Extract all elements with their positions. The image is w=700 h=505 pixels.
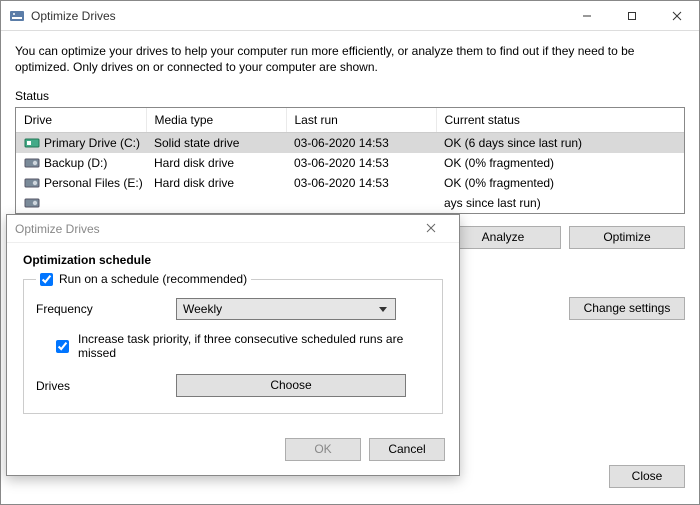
col-lastrun[interactable]: Last run: [286, 108, 436, 133]
drive-lastrun: [286, 193, 436, 213]
dialog-body: Optimization schedule Run on a schedule …: [7, 243, 459, 428]
app-icon: [9, 8, 25, 24]
footer-row: Close: [609, 465, 685, 488]
priority-checkbox[interactable]: [56, 340, 69, 353]
schedule-heading: Optimization schedule: [23, 253, 443, 267]
dialog-button-row: OK Cancel: [7, 428, 459, 475]
table-header-row: Drive Media type Last run Current status: [16, 108, 684, 133]
drives-table[interactable]: Drive Media type Last run Current status…: [16, 108, 684, 213]
drive-status: ays since last run): [436, 193, 684, 213]
col-status[interactable]: Current status: [436, 108, 684, 133]
drive-status: OK (0% fragmented): [436, 153, 684, 173]
drive-status: OK (6 days since last run): [436, 133, 684, 154]
maximize-button[interactable]: [609, 1, 654, 30]
drives-label: Drives: [36, 379, 176, 393]
col-drive[interactable]: Drive: [16, 108, 146, 133]
run-on-schedule-checkbox[interactable]: [40, 273, 53, 286]
drives-table-frame: Drive Media type Last run Current status…: [15, 107, 685, 214]
frequency-select[interactable]: Weekly: [176, 298, 396, 320]
drive-name: Personal Files (E:): [44, 176, 143, 190]
choose-drives-button[interactable]: Choose: [176, 374, 406, 397]
ok-button[interactable]: OK: [285, 438, 361, 461]
table-row[interactable]: Personal Files (E:)Hard disk drive03-06-…: [16, 173, 684, 193]
drive-icon: [24, 177, 40, 189]
dialog-close-button[interactable]: [411, 220, 451, 237]
drive-status: OK (0% fragmented): [436, 173, 684, 193]
dialog-title: Optimize Drives: [15, 222, 100, 236]
frequency-value: Weekly: [183, 302, 222, 316]
drives-row: Drives Choose: [36, 374, 430, 397]
analyze-button[interactable]: Analyze: [445, 226, 561, 249]
col-media[interactable]: Media type: [146, 108, 286, 133]
minimize-button[interactable]: [564, 1, 609, 30]
frequency-row: Frequency Weekly: [36, 298, 430, 320]
schedule-dialog: Optimize Drives Optimization schedule Ru…: [6, 214, 460, 476]
drive-icon: [24, 157, 40, 169]
drive-media: Hard disk drive: [146, 153, 286, 173]
drive-media: [146, 193, 286, 213]
table-row[interactable]: Backup (D:) Hard disk drive03-06-2020 14:…: [16, 153, 684, 173]
run-on-schedule-row[interactable]: Run on a schedule (recommended): [36, 272, 251, 286]
drive-name: Primary Drive (C:): [44, 136, 140, 150]
window-title: Optimize Drives: [31, 9, 116, 23]
drive-icon: [24, 137, 40, 149]
schedule-fieldset: Run on a schedule (recommended) Frequenc…: [23, 279, 443, 414]
priority-row[interactable]: Increase task priority, if three consecu…: [52, 332, 430, 360]
dialog-titlebar: Optimize Drives: [7, 215, 459, 243]
drive-lastrun: 03-06-2020 14:53: [286, 133, 436, 154]
table-row[interactable]: Primary Drive (C:) Solid state drive03-06…: [16, 133, 684, 154]
close-button[interactable]: [654, 1, 699, 30]
drive-media: Solid state drive: [146, 133, 286, 154]
cancel-button[interactable]: Cancel: [369, 438, 445, 461]
close-main-button[interactable]: Close: [609, 465, 685, 488]
priority-label: Increase task priority, if three consecu…: [78, 332, 430, 360]
intro-text: You can optimize your drives to help you…: [15, 43, 685, 75]
status-label: Status: [15, 89, 685, 103]
optimize-button[interactable]: Optimize: [569, 226, 685, 249]
drive-lastrun: 03-06-2020 14:53: [286, 173, 436, 193]
drive-media: Hard disk drive: [146, 173, 286, 193]
titlebar: Optimize Drives: [1, 1, 699, 31]
run-on-schedule-label: Run on a schedule (recommended): [59, 272, 247, 286]
drive-name: Backup (D:): [44, 156, 107, 170]
table-row[interactable]: ays since last run): [16, 193, 684, 213]
window-controls: [564, 1, 699, 30]
change-settings-button[interactable]: Change settings: [569, 297, 685, 320]
drive-lastrun: 03-06-2020 14:53: [286, 153, 436, 173]
frequency-label: Frequency: [36, 302, 176, 316]
drive-icon: [24, 197, 40, 209]
